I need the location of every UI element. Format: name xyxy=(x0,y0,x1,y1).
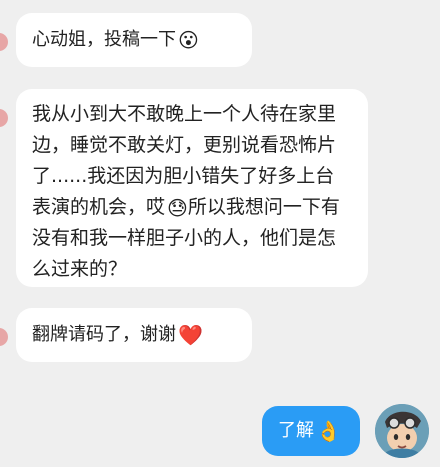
message-row-3: 翻牌请码了，谢谢 ❤️ xyxy=(0,308,440,362)
heart-emoji-icon: ❤️ xyxy=(178,323,203,347)
message-row-1: 心动姐，投稿一下 😮 xyxy=(0,13,440,68)
sender-avatar[interactable] xyxy=(0,328,8,346)
avatar-illustration-icon xyxy=(375,404,429,458)
sweat-emoji-icon: 😓 xyxy=(167,195,188,220)
ok-hand-emoji-icon: 👌 xyxy=(316,419,341,443)
message-bubble-1[interactable]: 心动姐，投稿一下 😮 xyxy=(16,13,252,67)
user-avatar[interactable] xyxy=(375,404,429,458)
message-bubble-2[interactable]: 我从小到大不敢晚上一个人待在家里边，睡觉不敢关灯，更别说看恐怖片了......我… xyxy=(16,89,368,287)
sender-avatar[interactable] xyxy=(0,109,8,127)
reply-bubble[interactable]: 了解 👌 xyxy=(262,406,360,456)
message-row-2: 我从小到大不敢晚上一个人待在家里边，睡觉不敢关灯，更别说看恐怖片了......我… xyxy=(0,89,440,287)
sender-avatar[interactable] xyxy=(0,33,8,51)
message-text-1: 心动姐，投稿一下 xyxy=(32,29,176,50)
message-bubble-3[interactable]: 翻牌请码了，谢谢 ❤️ xyxy=(16,308,252,362)
reply-row: 了解 👌 xyxy=(0,404,440,462)
message-text-3: 翻牌请码了，谢谢 xyxy=(32,324,176,345)
surprised-emoji-icon: 😮 xyxy=(178,28,199,52)
reply-text: 了解 xyxy=(278,420,314,441)
